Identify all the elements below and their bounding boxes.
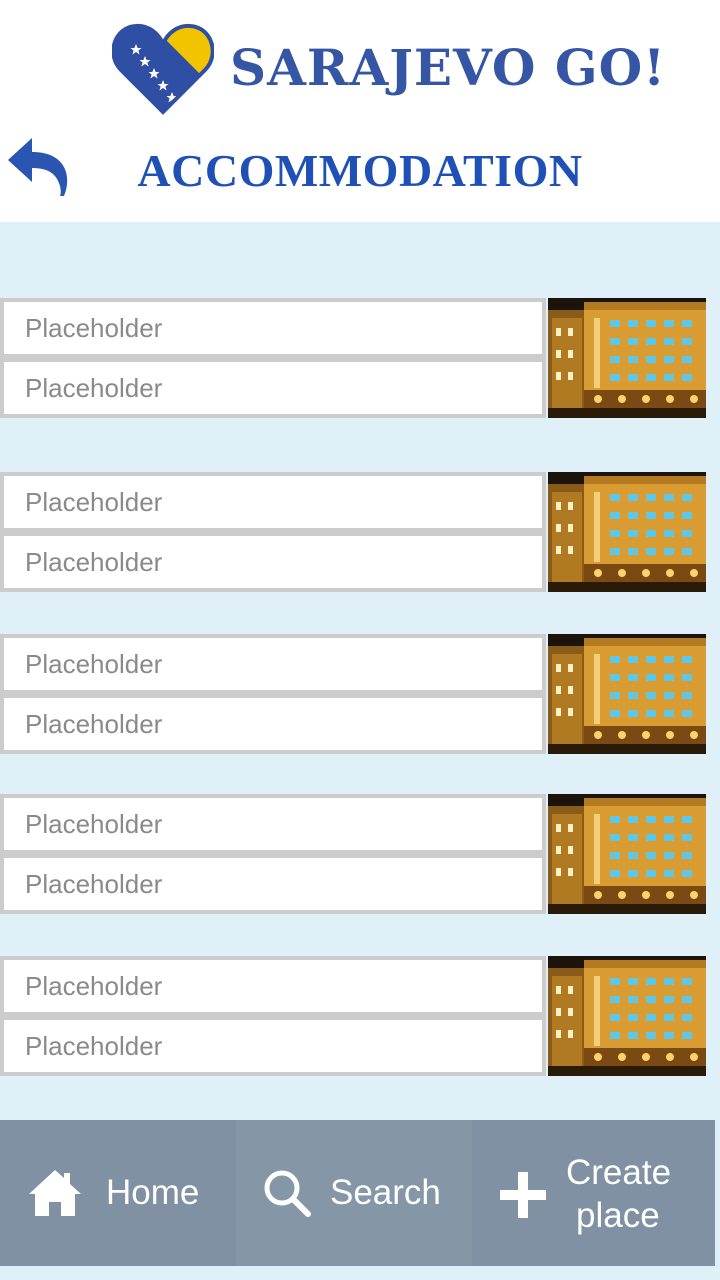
listing-name-field[interactable] bbox=[0, 298, 546, 358]
plus-icon bbox=[500, 1172, 546, 1218]
listing-name-field[interactable] bbox=[0, 956, 546, 1016]
hotel-photo[interactable] bbox=[548, 794, 706, 914]
listing-card bbox=[0, 794, 708, 914]
heart-flag-icon bbox=[112, 23, 214, 115]
app-header: SARAJEVO GO! ACCOMMODATION bbox=[0, 0, 720, 222]
listing-detail-field[interactable] bbox=[0, 532, 546, 592]
home-label: Home bbox=[106, 1173, 200, 1212]
home-button[interactable]: Home bbox=[0, 1120, 236, 1266]
page-title: ACCOMMODATION bbox=[137, 145, 583, 196]
listing-detail-field[interactable] bbox=[0, 1016, 546, 1076]
listing-name-field[interactable] bbox=[0, 634, 546, 694]
create-label-line2: place bbox=[576, 1196, 660, 1235]
listing-card bbox=[0, 298, 708, 418]
listing-detail-field[interactable] bbox=[0, 358, 546, 418]
create-place-button[interactable]: Create place bbox=[472, 1120, 715, 1266]
listing-card bbox=[0, 634, 708, 754]
search-button[interactable]: Search bbox=[236, 1120, 472, 1266]
listing-card bbox=[0, 472, 708, 592]
search-label: Search bbox=[330, 1173, 441, 1212]
brand-name: SARAJEVO GO! bbox=[230, 38, 667, 97]
hotel-photo[interactable] bbox=[548, 634, 706, 754]
listing-name-field[interactable] bbox=[0, 794, 546, 854]
home-icon bbox=[29, 1170, 81, 1216]
app-logo: SARAJEVO GO! bbox=[112, 22, 665, 118]
bottom-nav: Home Search Create place bbox=[0, 1120, 715, 1266]
listing-detail-field[interactable] bbox=[0, 694, 546, 754]
hotel-photo[interactable] bbox=[548, 956, 706, 1076]
listing-name-field[interactable] bbox=[0, 472, 546, 532]
search-icon bbox=[264, 1170, 311, 1217]
listing-detail-field[interactable] bbox=[0, 854, 546, 914]
hotel-photo[interactable] bbox=[548, 298, 706, 418]
create-label-line1: Create bbox=[566, 1153, 672, 1192]
listing-card bbox=[0, 956, 708, 1076]
hotel-photo[interactable] bbox=[548, 472, 706, 592]
